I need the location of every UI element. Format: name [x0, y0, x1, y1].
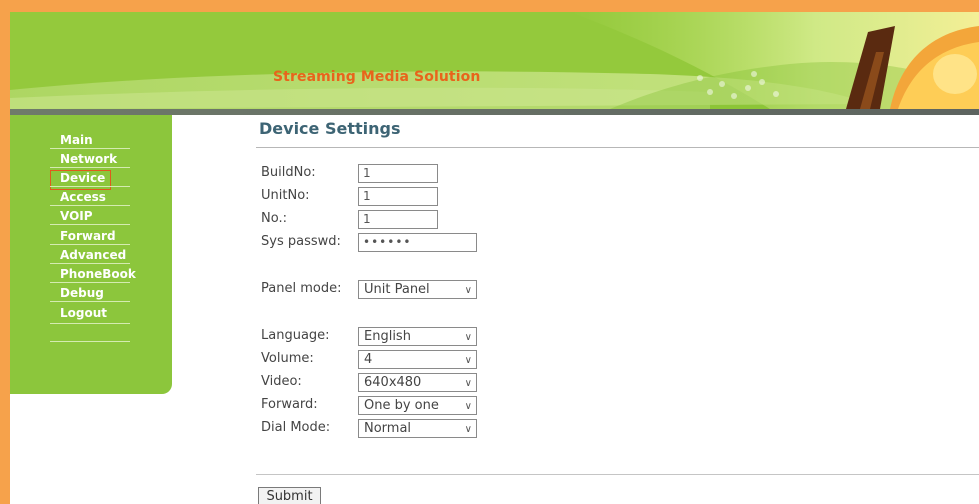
forward-value: One by one — [364, 398, 439, 413]
chevron-down-icon: ∨ — [464, 355, 472, 366]
volume-label: Volume: — [261, 351, 314, 366]
forward-label: Forward: — [261, 397, 318, 412]
page-title: Device Settings — [259, 119, 401, 138]
sidebar-separator — [50, 186, 130, 187]
frame-left — [0, 0, 10, 504]
no-field[interactable]: 1 — [358, 210, 438, 229]
sidebar-separator — [50, 263, 130, 264]
sys-passwd-field[interactable]: •••••• — [358, 233, 477, 252]
language-value: English — [364, 329, 411, 344]
chevron-down-icon: ∨ — [464, 424, 472, 435]
form-divider — [256, 474, 979, 475]
video-label: Video: — [261, 374, 302, 389]
sidebar-separator — [50, 205, 130, 206]
sys-passwd-label: Sys passwd: — [261, 234, 341, 249]
banner-title: Streaming Media Solution — [273, 69, 481, 85]
sidebar-separator — [50, 282, 130, 283]
banner-graphic — [10, 12, 979, 109]
sidebar-item-logout[interactable]: Logout — [60, 305, 107, 323]
sidebar-separator — [50, 148, 130, 149]
submit-button[interactable]: Submit — [258, 487, 321, 504]
video-select[interactable]: 640x480 ∨ — [358, 373, 477, 392]
frame-top — [0, 0, 979, 12]
chevron-down-icon: ∨ — [464, 332, 472, 343]
banner: Streaming Media Solution — [10, 12, 979, 109]
sidebar-separator — [50, 224, 130, 225]
panel-mode-value: Unit Panel — [364, 282, 430, 297]
sidebar: Main Network Device Access VOIP Forward … — [10, 115, 172, 394]
volume-value: 4 — [364, 352, 373, 367]
title-divider — [256, 147, 979, 148]
panel-mode-select[interactable]: Unit Panel ∨ — [358, 280, 477, 299]
sidebar-separator — [50, 341, 130, 342]
language-label: Language: — [261, 328, 330, 343]
forward-select[interactable]: One by one ∨ — [358, 396, 477, 415]
chevron-down-icon: ∨ — [464, 401, 472, 412]
dial-mode-select[interactable]: Normal ∨ — [358, 419, 477, 438]
chevron-down-icon: ∨ — [464, 285, 472, 296]
sidebar-separator — [50, 244, 130, 245]
no-label: No.: — [261, 211, 287, 226]
sidebar-separator — [50, 301, 130, 302]
unit-no-field[interactable]: 1 — [358, 187, 438, 206]
volume-select[interactable]: 4 ∨ — [358, 350, 477, 369]
build-no-field[interactable]: 1 — [358, 164, 438, 183]
language-select[interactable]: English ∨ — [358, 327, 477, 346]
dial-mode-label: Dial Mode: — [261, 420, 331, 435]
unit-no-label: UnitNo: — [261, 188, 310, 203]
build-no-label: BuildNo: — [261, 165, 316, 180]
dial-mode-value: Normal — [364, 421, 412, 436]
chevron-down-icon: ∨ — [464, 378, 472, 389]
sidebar-separator — [50, 167, 130, 168]
video-value: 640x480 — [364, 375, 422, 390]
sidebar-separator — [50, 323, 130, 324]
panel-mode-label: Panel mode: — [261, 281, 342, 296]
